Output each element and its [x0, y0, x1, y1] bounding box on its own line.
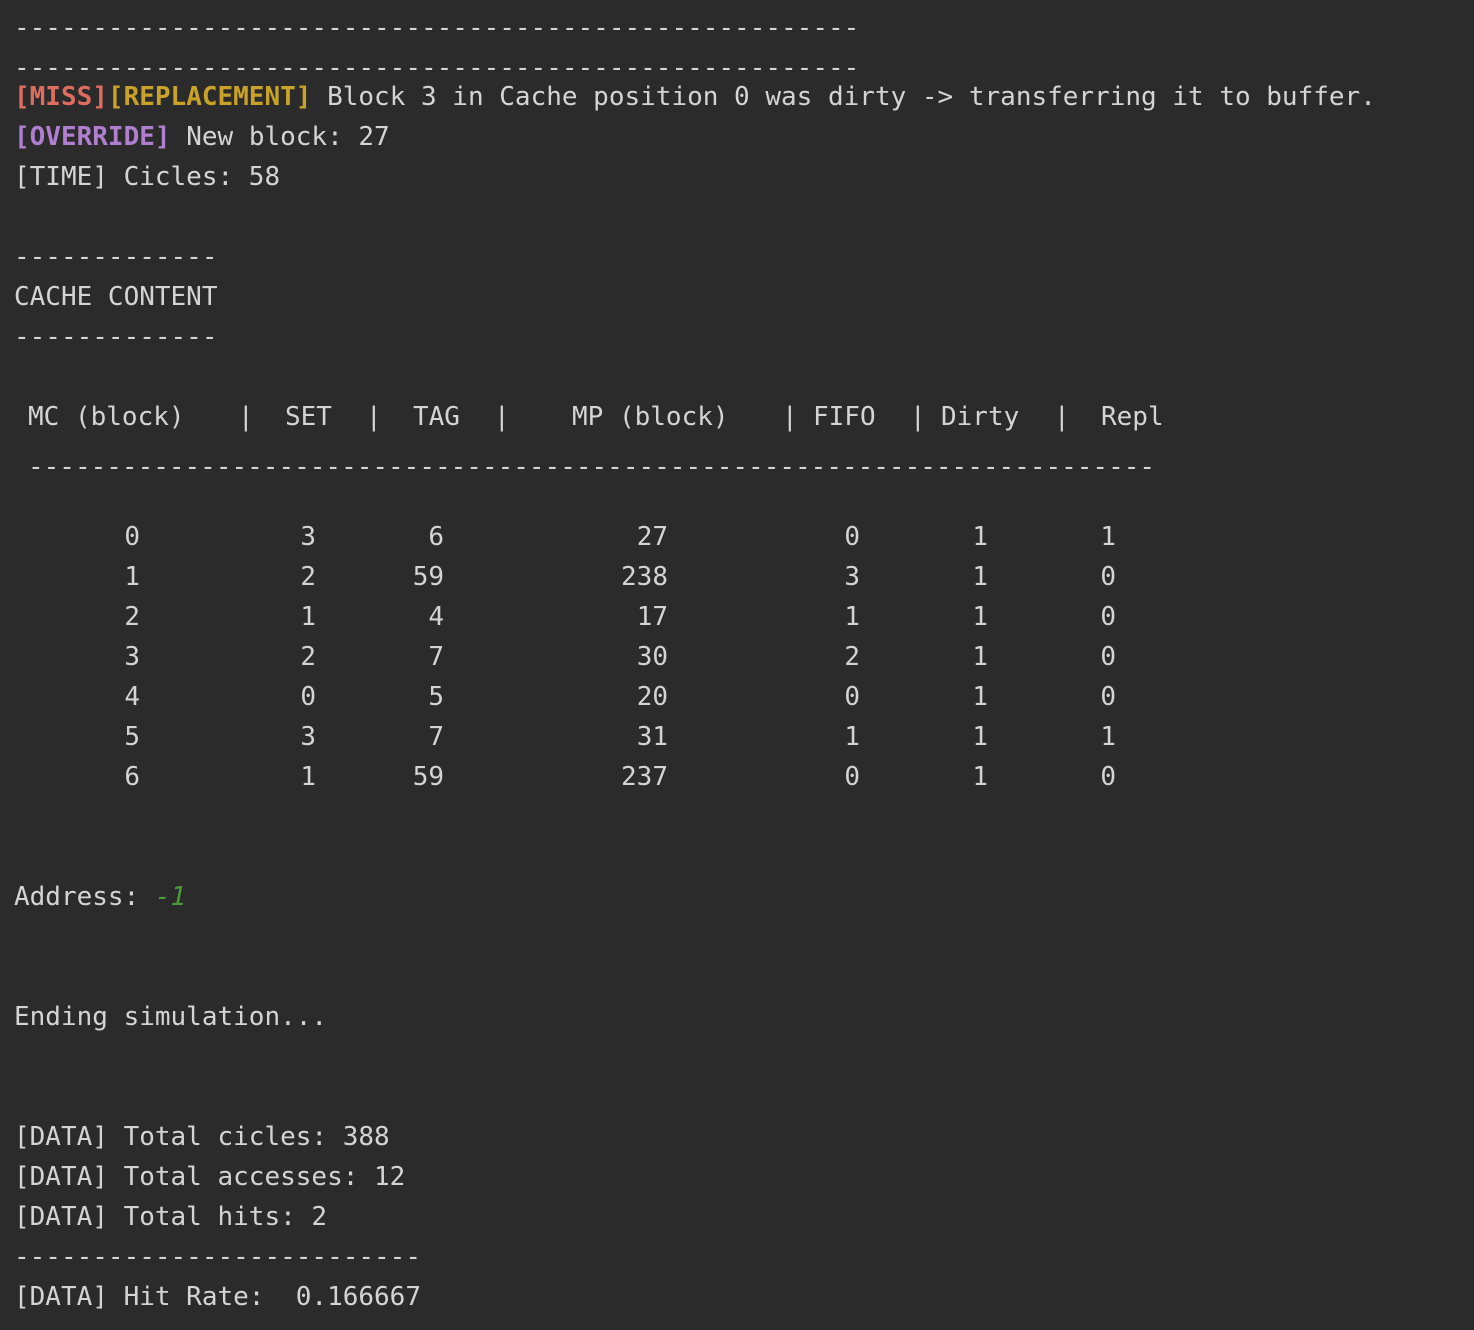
column-separator: |	[910, 402, 926, 432]
header-mp-block: MP (block)	[572, 402, 729, 432]
cell-tag: 59	[412, 762, 444, 792]
cell-mc-block: 4	[124, 682, 140, 712]
time-log-line: [TIME] Cicles: 58	[14, 162, 281, 192]
cell-repl: 1	[1100, 522, 1116, 552]
column-separator: |	[494, 402, 510, 432]
cell-dirty: 1	[972, 722, 988, 752]
override-log-line: [OVERRIDE] New block: 27	[14, 117, 390, 157]
cell-dirty: 1	[972, 682, 988, 712]
address-line: Address: -1	[14, 877, 186, 917]
override-message: New block: 27	[170, 122, 390, 152]
cache-content-title: CACHE CONTENT	[14, 282, 218, 312]
cell-repl: 0	[1100, 762, 1116, 792]
miss-tag: [MISS]	[14, 82, 108, 112]
cell-fifo: 3	[844, 562, 860, 592]
replacement-log-line: [MISS][REPLACEMENT] Block 3 in Cache pos…	[14, 77, 1376, 117]
column-separator: |	[366, 402, 382, 432]
cell-tag: 6	[428, 522, 444, 552]
cache-dash-top: -------------	[14, 242, 218, 272]
replacement-tag: [REPLACEMENT]	[107, 82, 312, 112]
ending-message: Ending simulation...	[14, 1002, 328, 1032]
cell-tag: 4	[428, 602, 444, 632]
cell-repl: 0	[1100, 562, 1116, 592]
cell-dirty: 1	[972, 522, 988, 552]
cell-set: 0	[300, 682, 316, 712]
cell-mp-block: 238	[621, 562, 668, 592]
cell-mp-block: 30	[636, 642, 668, 672]
header-set: SET	[285, 402, 332, 432]
cell-tag: 59	[412, 562, 444, 592]
cell-mc-block: 2	[124, 602, 140, 632]
cell-mc-block: 1	[124, 562, 140, 592]
total-cicles-line: [DATA] Total cicles: 388	[14, 1122, 390, 1152]
cell-set: 3	[300, 522, 316, 552]
cell-mc-block: 0	[124, 522, 140, 552]
cell-tag: 7	[428, 722, 444, 752]
cell-fifo: 0	[844, 522, 860, 552]
cell-mc-block: 3	[124, 642, 140, 672]
cell-fifo: 0	[844, 762, 860, 792]
column-separator: |	[782, 402, 798, 432]
cell-mp-block: 20	[636, 682, 668, 712]
cell-dirty: 1	[972, 602, 988, 632]
cell-fifo: 1	[844, 602, 860, 632]
cell-mc-block: 5	[124, 722, 140, 752]
cell-fifo: 1	[844, 722, 860, 752]
cell-dirty: 1	[972, 562, 988, 592]
total-hits-line: [DATA] Total hits: 2	[14, 1202, 328, 1232]
cell-mp-block: 237	[621, 762, 668, 792]
final-dash-divider: --------------------------	[14, 1242, 421, 1272]
cell-repl: 0	[1100, 602, 1116, 632]
cell-mc-block: 6	[124, 762, 140, 792]
cell-tag: 5	[428, 682, 444, 712]
table-rule: ----------------------------------------…	[28, 452, 1156, 482]
column-separator: |	[1054, 402, 1070, 432]
cell-set: 1	[300, 602, 316, 632]
cell-dirty: 1	[972, 642, 988, 672]
total-accesses-line: [DATA] Total accesses: 12	[14, 1162, 406, 1192]
hit-rate-line: [DATA] Hit Rate: 0.166667	[14, 1282, 421, 1312]
cell-set: 1	[300, 762, 316, 792]
cell-repl: 0	[1100, 642, 1116, 672]
dash-divider: ----------------------------------------…	[14, 13, 860, 43]
cell-tag: 7	[428, 642, 444, 672]
header-mc-block: MC (block)	[28, 402, 185, 432]
cell-set: 3	[300, 722, 316, 752]
header-dirty: Dirty	[941, 402, 1020, 432]
column-separator: |	[238, 402, 254, 432]
header-tag: TAG	[413, 402, 460, 432]
cell-mp-block: 27	[636, 522, 668, 552]
cell-set: 2	[300, 642, 316, 672]
override-tag: [OVERRIDE]	[14, 122, 171, 152]
address-value: -1	[154, 882, 187, 912]
cell-set: 2	[300, 562, 316, 592]
address-label: Address:	[14, 882, 155, 912]
cell-dirty: 1	[972, 762, 988, 792]
cell-mp-block: 17	[636, 602, 668, 632]
replacement-message: Block 3 in Cache position 0 was dirty ->…	[311, 82, 1376, 112]
cell-repl: 1	[1100, 722, 1116, 752]
header-repl: Repl	[1101, 402, 1164, 432]
cache-dash-bottom: -------------	[14, 322, 218, 352]
cell-fifo: 0	[844, 682, 860, 712]
cell-repl: 0	[1100, 682, 1116, 712]
cell-fifo: 2	[844, 642, 860, 672]
header-fifo: FIFO	[813, 402, 876, 432]
cell-mp-block: 31	[636, 722, 668, 752]
